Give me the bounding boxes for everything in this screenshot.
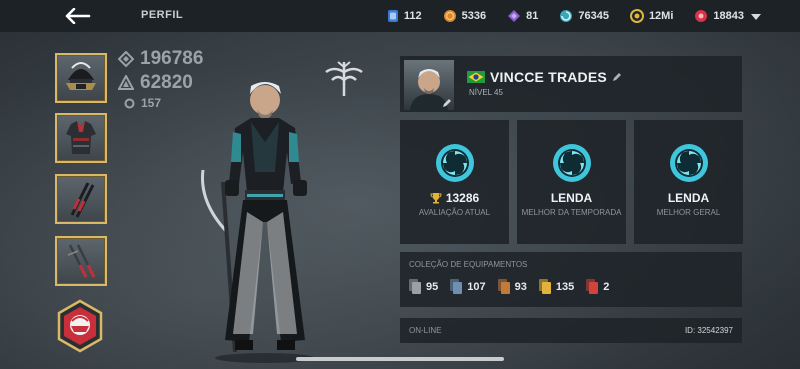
helmet-icon [66,62,96,90]
collection-common-count: 95 [426,280,439,293]
collection-epic-count: 93 [514,280,527,293]
collection-legendary[interactable]: 135 [538,279,575,294]
equipment-power-icon [118,75,134,90]
melee-weapon-icon [67,244,96,278]
currency-cards-value: 112 [403,10,422,22]
currency-gold[interactable]: 12Mi [629,9,674,23]
currency-coins-value: 5336 [461,10,487,22]
gold-card-icon [538,279,551,294]
blue-card-icon [450,279,463,294]
home-indicator[interactable] [296,357,504,361]
equipment-power-value: 62820 [140,72,193,93]
level-power-stat: 157 [124,96,161,110]
equipment-slot-melee[interactable] [55,236,107,286]
currency-gems-value: 81 [526,10,539,22]
currency-ruby[interactable]: 18843 [694,9,744,23]
collection-legendary-count: 135 [555,280,575,293]
collection-mythic[interactable]: 2 [586,279,609,294]
back-arrow-icon [65,8,91,24]
rank-value: LENDA [550,191,593,205]
equipment-slot-helmet[interactable] [55,53,107,103]
rank-value: LENDA [667,191,710,205]
rank-card-season-best[interactable]: LENDA MELHOR DA TEMPORADA [517,120,626,244]
player-level: NÍVEL 45 [469,88,503,97]
currency-gems[interactable]: 81 [507,9,538,23]
ranged-weapon-icon [70,182,95,218]
collection-rare-count: 107 [467,280,486,293]
rank-label: MELHOR GERAL [656,208,721,217]
player-name: VINCCE TRADES [490,69,607,85]
league-rank-icon [669,144,708,182]
rank-label: MELHOR DA TEMPORADA [521,208,622,217]
collection-items: 95 107 93 135 2 [409,279,609,294]
special-ability-button[interactable] [56,299,104,353]
currency-swirl-value: 76345 [578,10,609,22]
trophy-icon [430,193,442,204]
league-rank-icon [552,144,591,182]
gold-coin-icon [629,9,644,23]
level-power-icon [124,98,135,108]
collection-rare[interactable]: 107 [450,279,486,294]
collection-common[interactable]: 95 [409,279,438,294]
total-power-value: 196786 [140,48,204,69]
online-status: ON-LINE [409,326,442,335]
total-power-stat: 196786 [118,48,203,70]
rank-card-current[interactable]: 13286 AVALIAÇÃO ATUAL [400,120,509,244]
currency-ruby-value: 18843 [713,10,744,22]
currency-cards[interactable]: 112 [387,9,422,23]
brazil-flag-icon [467,71,485,83]
ruby-icon [695,10,708,22]
edit-icon [443,99,451,107]
equipment-power-stat: 62820 [118,72,193,94]
chevron-down-icon [751,14,761,20]
currency-swirl[interactable]: 76345 [559,9,609,23]
currency-bar: 112 5336 81 76345 12Mi 18843 [387,0,744,32]
card-icon [387,10,398,22]
rank-label: AVALIAÇÃO ATUAL [418,208,491,217]
top-bar: PERFIL 112 5336 81 76345 12Mi 18843 [0,0,800,32]
level-power-value: 157 [141,96,162,110]
collection-mythic-count: 2 [603,280,610,293]
armor-icon [66,121,96,154]
equipment-slot-ranged[interactable] [55,174,107,224]
rank-value-row: 13286 [400,191,509,205]
player-id[interactable]: ID: 32542397 [685,326,733,335]
equipment-collection[interactable]: COLEÇÃO DE EQUIPAMENTOS 95 107 93 135 2 [400,252,742,307]
power-icon [118,51,134,67]
profile-card: VINCCE TRADES NÍVEL 45 [400,56,742,112]
league-rank-icon [435,144,474,182]
swirl-icon [560,10,573,22]
red-card-icon [586,279,599,294]
edit-name-icon[interactable] [612,72,622,82]
currency-coins[interactable]: 5336 [443,9,486,23]
back-button[interactable] [58,3,98,29]
gem-icon [508,10,521,22]
shield-hex-icon [57,299,103,353]
equipment-slot-armor[interactable] [55,113,107,163]
gray-card-icon [409,279,421,294]
orange-card-icon [497,279,510,294]
coin-icon [443,10,456,22]
avatar[interactable] [404,60,454,110]
name-row: VINCCE TRADES [467,69,622,85]
player-character[interactable] [195,72,335,364]
page-title: PERFIL [141,9,184,21]
collection-title: COLEÇÃO DE EQUIPAMENTOS [409,260,528,269]
rank-value: 13286 [445,191,480,205]
rank-card-overall-best[interactable]: LENDA MELHOR GERAL [634,120,743,244]
currency-dropdown[interactable] [750,10,762,22]
currency-gold-value: 12Mi [648,10,674,22]
collection-epic[interactable]: 93 [497,279,527,294]
status-bar: ON-LINE ID: 32542397 [400,318,742,343]
